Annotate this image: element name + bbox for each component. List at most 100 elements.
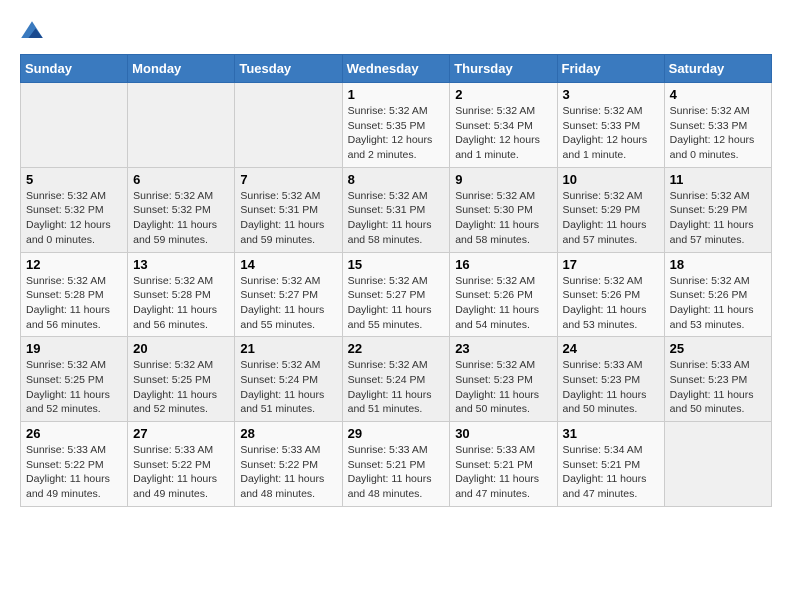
calendar-week-row: 1 Sunrise: 5:32 AM Sunset: 5:35 PM Daylig… <box>21 83 772 168</box>
calendar: Sunday Monday Tuesday Wednesday Thursday… <box>20 54 772 507</box>
day-info: Sunrise: 5:32 AM Sunset: 5:24 PM Dayligh… <box>348 358 445 417</box>
day-number: 17 <box>563 257 659 272</box>
table-cell: 14 Sunrise: 5:32 AM Sunset: 5:27 PM Dayli… <box>235 252 342 337</box>
day-number: 11 <box>670 172 766 187</box>
table-cell: 1 Sunrise: 5:32 AM Sunset: 5:35 PM Daylig… <box>342 83 450 168</box>
day-info: Sunrise: 5:32 AM Sunset: 5:26 PM Dayligh… <box>563 274 659 333</box>
table-cell: 22 Sunrise: 5:32 AM Sunset: 5:24 PM Dayli… <box>342 337 450 422</box>
day-info: Sunrise: 5:32 AM Sunset: 5:28 PM Dayligh… <box>26 274 122 333</box>
calendar-week-row: 5 Sunrise: 5:32 AM Sunset: 5:32 PM Daylig… <box>21 167 772 252</box>
table-cell: 6 Sunrise: 5:32 AM Sunset: 5:32 PM Daylig… <box>128 167 235 252</box>
day-info: Sunrise: 5:32 AM Sunset: 5:34 PM Dayligh… <box>455 104 551 163</box>
day-info: Sunrise: 5:32 AM Sunset: 5:35 PM Dayligh… <box>348 104 445 163</box>
day-number: 27 <box>133 426 229 441</box>
day-info: Sunrise: 5:32 AM Sunset: 5:27 PM Dayligh… <box>348 274 445 333</box>
day-number: 2 <box>455 87 551 102</box>
table-cell: 2 Sunrise: 5:32 AM Sunset: 5:34 PM Daylig… <box>450 83 557 168</box>
col-thursday: Thursday <box>450 55 557 83</box>
col-wednesday: Wednesday <box>342 55 450 83</box>
day-number: 20 <box>133 341 229 356</box>
day-number: 5 <box>26 172 122 187</box>
day-info: Sunrise: 5:33 AM Sunset: 5:22 PM Dayligh… <box>240 443 336 502</box>
day-info: Sunrise: 5:32 AM Sunset: 5:26 PM Dayligh… <box>455 274 551 333</box>
header <box>20 20 772 44</box>
table-cell <box>21 83 128 168</box>
col-saturday: Saturday <box>664 55 771 83</box>
col-sunday: Sunday <box>21 55 128 83</box>
day-info: Sunrise: 5:32 AM Sunset: 5:31 PM Dayligh… <box>240 189 336 248</box>
day-info: Sunrise: 5:33 AM Sunset: 5:23 PM Dayligh… <box>563 358 659 417</box>
table-cell: 28 Sunrise: 5:33 AM Sunset: 5:22 PM Dayli… <box>235 422 342 507</box>
day-number: 4 <box>670 87 766 102</box>
day-info: Sunrise: 5:32 AM Sunset: 5:30 PM Dayligh… <box>455 189 551 248</box>
table-cell: 26Sunrise: 5:33 AM Sunset: 5:22 PM Dayli… <box>21 422 128 507</box>
day-info: Sunrise: 5:33 AM Sunset: 5:22 PM Dayligh… <box>26 443 122 502</box>
table-cell: 5 Sunrise: 5:32 AM Sunset: 5:32 PM Daylig… <box>21 167 128 252</box>
calendar-week-row: 12 Sunrise: 5:32 AM Sunset: 5:28 PM Dayli… <box>21 252 772 337</box>
table-cell: 21Sunrise: 5:32 AM Sunset: 5:24 PM Dayli… <box>235 337 342 422</box>
logo <box>20 20 48 44</box>
table-cell: 18Sunrise: 5:32 AM Sunset: 5:26 PM Dayli… <box>664 252 771 337</box>
day-number: 14 <box>240 257 336 272</box>
table-cell: 4 Sunrise: 5:32 AM Sunset: 5:33 PM Daylig… <box>664 83 771 168</box>
table-cell: 31 Sunrise: 5:34 AM Sunset: 5:21 PM Dayli… <box>557 422 664 507</box>
day-number: 3 <box>563 87 659 102</box>
table-cell: 29Sunrise: 5:33 AM Sunset: 5:21 PM Dayli… <box>342 422 450 507</box>
table-cell: 20 Sunrise: 5:32 AM Sunset: 5:25 PM Dayli… <box>128 337 235 422</box>
day-number: 10 <box>563 172 659 187</box>
calendar-week-row: 26Sunrise: 5:33 AM Sunset: 5:22 PM Dayli… <box>21 422 772 507</box>
day-number: 13 <box>133 257 229 272</box>
day-number: 31 <box>563 426 659 441</box>
day-number: 6 <box>133 172 229 187</box>
day-info: Sunrise: 5:32 AM Sunset: 5:29 PM Dayligh… <box>563 189 659 248</box>
day-number: 24 <box>563 341 659 356</box>
day-info: Sunrise: 5:32 AM Sunset: 5:29 PM Dayligh… <box>670 189 766 248</box>
day-info: Sunrise: 5:32 AM Sunset: 5:32 PM Dayligh… <box>133 189 229 248</box>
day-number: 1 <box>348 87 445 102</box>
day-number: 19 <box>26 341 122 356</box>
day-number: 16 <box>455 257 551 272</box>
day-number: 9 <box>455 172 551 187</box>
col-monday: Monday <box>128 55 235 83</box>
table-cell <box>664 422 771 507</box>
table-cell: 17 Sunrise: 5:32 AM Sunset: 5:26 PM Dayli… <box>557 252 664 337</box>
day-number: 22 <box>348 341 445 356</box>
day-info: Sunrise: 5:32 AM Sunset: 5:31 PM Dayligh… <box>348 189 445 248</box>
table-cell: 13Sunrise: 5:32 AM Sunset: 5:28 PM Dayli… <box>128 252 235 337</box>
table-cell: 10 Sunrise: 5:32 AM Sunset: 5:29 PM Dayli… <box>557 167 664 252</box>
table-cell: 16 Sunrise: 5:32 AM Sunset: 5:26 PM Dayli… <box>450 252 557 337</box>
day-info: Sunrise: 5:32 AM Sunset: 5:25 PM Dayligh… <box>26 358 122 417</box>
col-tuesday: Tuesday <box>235 55 342 83</box>
table-cell: 8 Sunrise: 5:32 AM Sunset: 5:31 PM Daylig… <box>342 167 450 252</box>
day-info: Sunrise: 5:32 AM Sunset: 5:27 PM Dayligh… <box>240 274 336 333</box>
table-cell: 7Sunrise: 5:32 AM Sunset: 5:31 PM Daylig… <box>235 167 342 252</box>
calendar-week-row: 19 Sunrise: 5:32 AM Sunset: 5:25 PM Dayli… <box>21 337 772 422</box>
day-number: 23 <box>455 341 551 356</box>
day-number: 8 <box>348 172 445 187</box>
table-cell: 3 Sunrise: 5:32 AM Sunset: 5:33 PM Daylig… <box>557 83 664 168</box>
day-number: 21 <box>240 341 336 356</box>
day-info: Sunrise: 5:32 AM Sunset: 5:33 PM Dayligh… <box>563 104 659 163</box>
day-number: 15 <box>348 257 445 272</box>
day-number: 18 <box>670 257 766 272</box>
day-info: Sunrise: 5:33 AM Sunset: 5:21 PM Dayligh… <box>348 443 445 502</box>
table-cell: 24 Sunrise: 5:33 AM Sunset: 5:23 PM Dayli… <box>557 337 664 422</box>
calendar-header-row: Sunday Monday Tuesday Wednesday Thursday… <box>21 55 772 83</box>
day-info: Sunrise: 5:33 AM Sunset: 5:21 PM Dayligh… <box>455 443 551 502</box>
col-friday: Friday <box>557 55 664 83</box>
day-info: Sunrise: 5:32 AM Sunset: 5:32 PM Dayligh… <box>26 189 122 248</box>
table-cell: 27Sunrise: 5:33 AM Sunset: 5:22 PM Dayli… <box>128 422 235 507</box>
table-cell <box>128 83 235 168</box>
day-info: Sunrise: 5:32 AM Sunset: 5:33 PM Dayligh… <box>670 104 766 163</box>
day-info: Sunrise: 5:34 AM Sunset: 5:21 PM Dayligh… <box>563 443 659 502</box>
logo-icon <box>20 20 44 44</box>
day-info: Sunrise: 5:33 AM Sunset: 5:23 PM Dayligh… <box>670 358 766 417</box>
day-number: 25 <box>670 341 766 356</box>
day-number: 12 <box>26 257 122 272</box>
table-cell: 9 Sunrise: 5:32 AM Sunset: 5:30 PM Daylig… <box>450 167 557 252</box>
table-cell: 30Sunrise: 5:33 AM Sunset: 5:21 PM Dayli… <box>450 422 557 507</box>
table-cell: 15 Sunrise: 5:32 AM Sunset: 5:27 PM Dayli… <box>342 252 450 337</box>
day-info: Sunrise: 5:32 AM Sunset: 5:25 PM Dayligh… <box>133 358 229 417</box>
day-number: 28 <box>240 426 336 441</box>
table-cell <box>235 83 342 168</box>
